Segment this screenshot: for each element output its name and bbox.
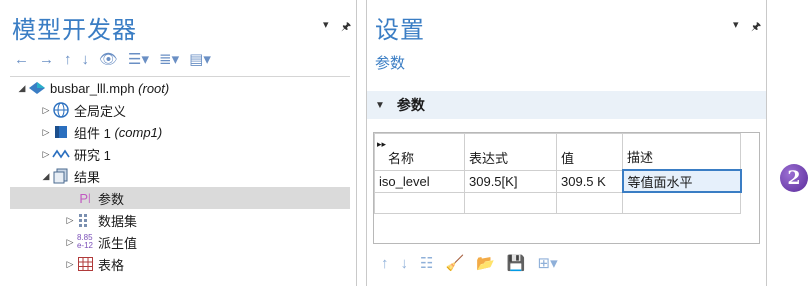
tree-node-tag: (comp1) xyxy=(114,124,163,140)
model-tree: ◢ busbar_lll.mph (root) ▷ 全局定义 ▷ 组件 1 (c… xyxy=(10,76,350,286)
tree-node-label: busbar_lll.mph xyxy=(50,80,135,96)
parameters-section-header[interactable]: ▼ 参数 xyxy=(367,91,766,119)
back-arrow-icon[interactable]: ← xyxy=(14,51,29,68)
collapse-menu-icon[interactable]: ≣▾ xyxy=(159,50,179,68)
tree-node-label: 研究 1 xyxy=(74,147,111,163)
results-icon xyxy=(52,168,70,184)
globe-icon xyxy=(52,102,70,118)
column-label: 名称 xyxy=(388,150,415,166)
clear-brush-icon[interactable]: 🧹 xyxy=(445,254,464,272)
empty-cell xyxy=(556,191,623,214)
step-number-badge: 2 xyxy=(780,164,808,192)
panel-title: 设置 xyxy=(375,17,425,44)
tree-node-parameters[interactable]: P | 参数 xyxy=(10,187,350,209)
model-builder-panel: 模型开发器 ▾ 🖈 ← → ↑ ↓ 👁 ☰▾ ≣▾ ▤▾ ◢ busbar_ll… xyxy=(0,0,357,286)
tree-node-label: 全局定义 xyxy=(74,103,127,119)
tree-node-label: 结果 xyxy=(74,169,101,185)
model-diamond-icon xyxy=(28,80,46,96)
show-icon[interactable]: 👁 xyxy=(99,50,118,68)
tree-node-results[interactable]: ◢ 结果 xyxy=(10,165,350,187)
forward-arrow-icon[interactable]: → xyxy=(39,51,54,68)
tree-node-tables[interactable]: ▷ 表格 xyxy=(10,253,350,275)
collapsed-arrow-icon[interactable]: ▷ xyxy=(40,149,52,160)
study-icon xyxy=(52,146,70,162)
component-icon xyxy=(52,124,70,140)
move-up-icon[interactable]: ↑ xyxy=(64,51,72,68)
move-down-icon[interactable]: ↓ xyxy=(401,255,409,272)
parameters-table-toolbar: ↑ ↓ ☷ 🧹 📂 💾 ⊞▾ xyxy=(381,254,558,273)
save-icon[interactable]: 💾 xyxy=(507,254,526,272)
collapsed-arrow-icon[interactable]: ▷ xyxy=(40,127,52,138)
collapse-section-icon[interactable]: ▼ xyxy=(375,100,385,111)
fast-forward-icon: ▸▸ xyxy=(377,138,387,149)
tree-node-derived-values[interactable]: ▷ 8.85 e-12 派生值 xyxy=(10,231,350,253)
column-options-icon[interactable]: ⊞▾ xyxy=(538,254,558,272)
open-folder-icon[interactable]: 📂 xyxy=(476,254,495,272)
tree-node-root[interactable]: ◢ busbar_lll.mph (root) xyxy=(10,77,350,99)
expanded-arrow-icon[interactable]: ◢ xyxy=(16,83,28,94)
column-header-name[interactable]: ▸▸名称 xyxy=(374,133,465,171)
panel-title: 模型开发器 xyxy=(12,17,137,44)
tree-node-study[interactable]: ▷ 研究 1 xyxy=(10,143,350,165)
model-builder-toolbar: ← → ↑ ↓ 👁 ☰▾ ≣▾ ▤▾ xyxy=(14,48,211,70)
column-header-value[interactable]: 值 xyxy=(556,133,623,171)
move-down-icon[interactable]: ↓ xyxy=(82,51,90,68)
parameters-table: ▸▸名称 表达式 值 描述 iso_level 309.5[K] 309.5 K… xyxy=(373,132,760,244)
delete-icon[interactable]: ☷ xyxy=(420,254,433,272)
settings-panel: 设置 ▾ 🖈 参数 ▼ 参数 ▸▸名称 表达式 值 描述 iso_level 3… xyxy=(366,0,767,286)
tree-node-component[interactable]: ▷ 组件 1 (comp1) xyxy=(10,121,350,143)
cell-value: 309.5 K xyxy=(556,169,623,193)
tree-node-label: 数据集 xyxy=(98,213,138,229)
derived-values-icon: 8.85 e-12 xyxy=(76,233,93,250)
cell-expression[interactable]: 309.5[K] xyxy=(464,169,557,193)
tree-node-label: 表格 xyxy=(98,257,125,273)
table-header-row: ▸▸名称 表达式 值 描述 xyxy=(374,133,741,171)
panel-menu-icon[interactable]: ▾ xyxy=(323,18,329,31)
settings-subtitle: 参数 xyxy=(375,55,406,72)
pin-icon[interactable]: 🖈 xyxy=(341,18,351,37)
empty-cell[interactable] xyxy=(622,191,741,214)
table-icon xyxy=(76,256,94,272)
dataset-icon xyxy=(76,212,94,228)
tree-node-global-definitions[interactable]: ▷ 全局定义 xyxy=(10,99,350,121)
collapsed-arrow-icon[interactable]: ▷ xyxy=(64,259,76,270)
column-header-description[interactable]: 描述 xyxy=(622,133,741,171)
move-up-icon[interactable]: ↑ xyxy=(381,255,389,272)
cell-name[interactable]: iso_level xyxy=(374,169,465,193)
panel-menu-icon[interactable]: ▾ xyxy=(733,18,739,31)
table-row-empty[interactable] xyxy=(374,191,741,214)
expanded-arrow-icon[interactable]: ◢ xyxy=(40,171,52,182)
view-menu-icon[interactable]: ▤▾ xyxy=(189,50,211,68)
collapsed-arrow-icon[interactable]: ▷ xyxy=(64,237,76,248)
section-label: 参数 xyxy=(396,97,425,113)
expand-menu-icon[interactable]: ☰▾ xyxy=(128,50,149,68)
tree-node-label: 组件 1 xyxy=(74,125,111,141)
parameter-icon: P | xyxy=(79,190,91,206)
empty-cell[interactable] xyxy=(464,191,557,214)
collapsed-arrow-icon[interactable]: ▷ xyxy=(40,105,52,116)
tree-node-datasets[interactable]: ▷ 数据集 xyxy=(10,209,350,231)
pin-icon[interactable]: 🖈 xyxy=(751,18,761,37)
collapsed-arrow-icon[interactable]: ▷ xyxy=(64,215,76,226)
table-row[interactable]: iso_level 309.5[K] 309.5 K 等值面水平 xyxy=(374,169,742,193)
tree-node-label: 派生值 xyxy=(98,235,138,251)
empty-cell[interactable] xyxy=(374,191,465,214)
cell-description-editing[interactable]: 等值面水平 xyxy=(621,169,742,193)
column-header-expression[interactable]: 表达式 xyxy=(464,133,557,171)
tree-node-tag: (root) xyxy=(138,80,170,96)
tree-node-label: 参数 xyxy=(98,191,125,207)
